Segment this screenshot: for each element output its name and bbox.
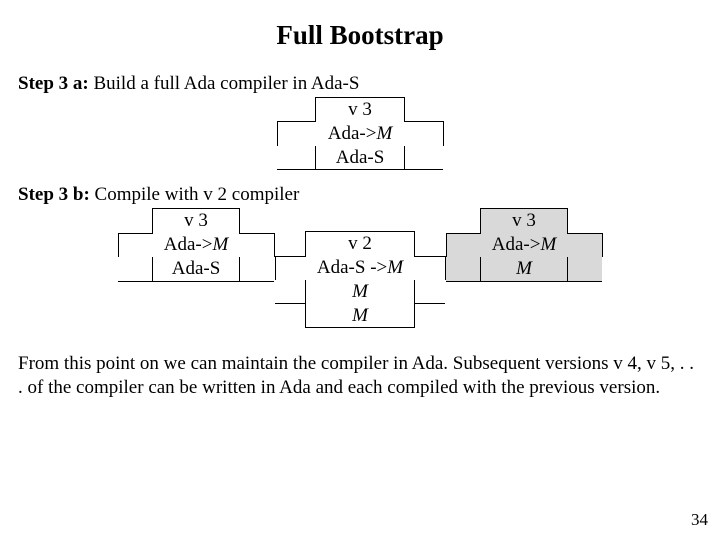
t3b-right-top: v 3 [481,209,568,233]
slide-title: Full Bootstrap [18,20,702,51]
t3b-center-bot1: M [306,280,415,304]
t3b-left-mid: Ada->M [153,233,240,257]
t3b-right-mid: Ada->M [481,233,568,257]
t3a-top: v 3 [316,98,405,122]
step-3a-text: Build a full Ada compiler in Ada-S [89,73,360,94]
page-number: 34 [691,510,708,530]
t3b-right: v 3 Ada->M M [446,208,603,281]
step-3a-label: Step 3 a: [18,73,89,94]
t3b-left: v 3 Ada->M Ada-S [118,208,275,281]
t3b-center-mid: Ada-S ->M [306,256,415,280]
t3b-center-top: v 2 [306,232,415,256]
t3a-mid: Ada->M [316,122,405,146]
footer-paragraph: From this point on we can maintain the c… [18,352,702,400]
t3a-bot: Ada-S [316,146,405,170]
step-3b-line: Step 3 b: Compile with v 2 compiler [18,184,702,206]
t3b-right-bot: M [481,257,568,281]
step-3b-label: Step 3 b: [18,184,90,205]
step-3b-text: Compile with v 2 compiler [90,184,300,205]
t3b-center-bot2: M [306,304,415,328]
t3b-left-bot: Ada-S [153,257,240,281]
t-diagram-3b: v 3 Ada->M Ada-S v 2 Ada [18,208,702,328]
t3b-left-top: v 3 [153,209,240,233]
step-3a-line: Step 3 a: Build a full Ada compiler in A… [18,73,702,95]
t3b-center: v 2 Ada-S ->M M M [275,231,446,328]
t-diagram-3a: v 3 Ada->M Ada-S [18,97,702,170]
